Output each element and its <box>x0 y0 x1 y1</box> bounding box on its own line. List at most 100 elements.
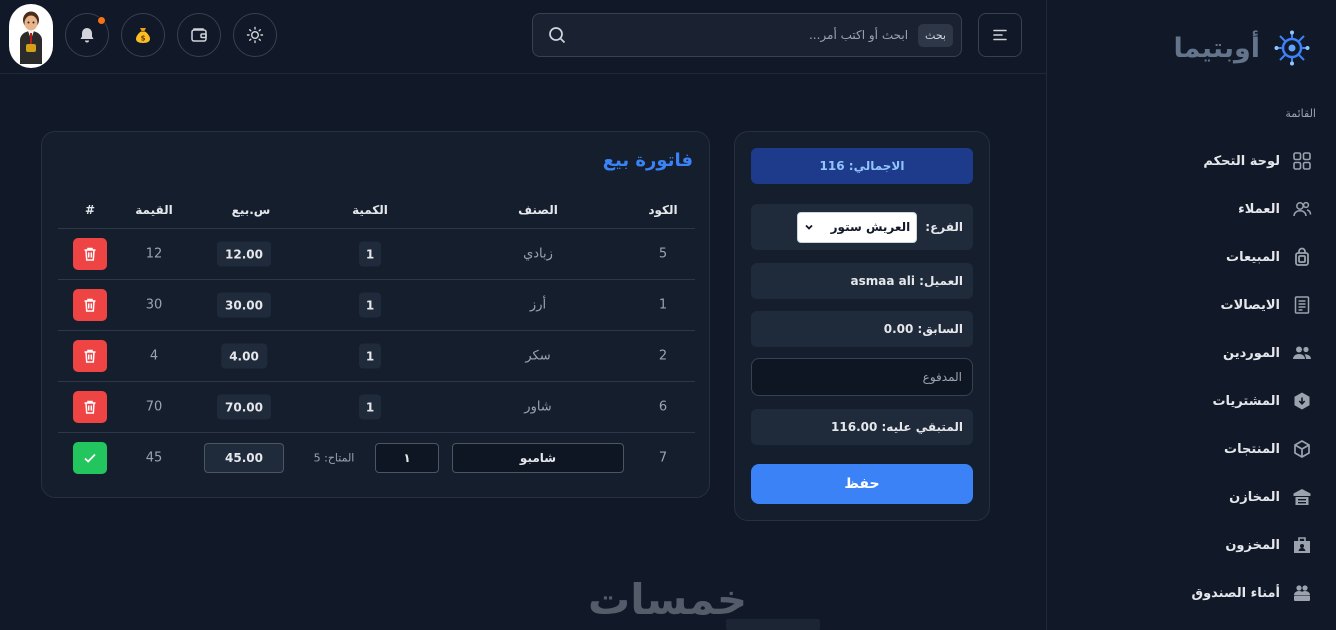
cell-qty: 1 <box>359 394 381 420</box>
search-bar[interactable]: بحث ابحث أو اكتب أمر... <box>532 13 962 57</box>
column-header-item: الصنف <box>518 203 558 217</box>
avatar[interactable] <box>9 4 53 68</box>
sidebar-item-label: المنتجات <box>1224 441 1280 457</box>
box-download-icon <box>1294 392 1310 410</box>
cell-item: أرز <box>529 297 547 313</box>
inventory-icon <box>1294 537 1310 553</box>
sidebar-item-label: المبيعات <box>1226 249 1280 265</box>
sidebar-item-purchases[interactable]: المشتريات <box>1066 377 1316 425</box>
sidebar-item-cashiers[interactable]: أمناء الصندوق <box>1066 569 1316 617</box>
column-header-qty: الكمية <box>352 203 388 217</box>
sidebar-item-label: المشتريات <box>1212 393 1280 409</box>
delete-row-button[interactable] <box>73 238 107 270</box>
cell-qty: 1 <box>359 292 381 318</box>
qty-input[interactable]: ١ <box>375 443 439 473</box>
column-header-price: س.بيع <box>231 203 271 217</box>
cell-item: شاور <box>524 399 552 415</box>
cell-item: سكر <box>525 348 551 364</box>
table-row: 1 أرز 1 30.00 30 <box>58 279 695 330</box>
total-badge: الاجمالي: 116 <box>751 148 973 184</box>
cell-code: 2 <box>658 348 668 364</box>
cell-code: 6 <box>658 399 668 415</box>
bell-icon <box>80 28 94 43</box>
cell-price: 30.00 <box>217 292 271 318</box>
column-header-value: القيمة <box>135 203 173 217</box>
branch-label: الفرع: <box>925 220 963 234</box>
branch-select[interactable]: العريش ستور <box>797 211 918 243</box>
sidebar-item-label: الايصالات <box>1220 297 1280 313</box>
sidebar-item-label: العملاء <box>1238 201 1280 217</box>
cell-value: 4 <box>149 348 159 364</box>
cell-value: 30 <box>145 297 163 313</box>
sidebar-item-label: المخزون <box>1225 537 1280 553</box>
sidebar-item-warehouses[interactable]: المخازن <box>1066 473 1316 521</box>
paid-amount-input[interactable]: المدفوع <box>751 358 973 396</box>
check-icon <box>84 453 96 463</box>
wallet-icon <box>191 28 207 42</box>
invoice-title: فاتورة بيع <box>602 150 693 171</box>
bag-icon <box>1295 247 1309 266</box>
top-header: بحث ابحث أو اكتب أمر... $ <box>0 0 1046 74</box>
menu-toggle-button[interactable] <box>978 13 1022 57</box>
brand-name: أوبتيما <box>1173 32 1260 64</box>
sidebar-item-suppliers[interactable]: الموردين <box>1066 329 1316 377</box>
cell-qty: 1 <box>359 241 381 267</box>
cell-value: 70 <box>145 399 163 415</box>
sidebar-item-label: أمناء الصندوق <box>1191 585 1280 601</box>
table-row-new-item: 7 شامبو ١ المتاح: 5 45.00 45 <box>58 432 695 483</box>
save-button[interactable]: حفظ <box>751 464 973 504</box>
trash-icon <box>84 400 96 414</box>
previous-balance-field: السابق: 0.00 <box>751 311 973 347</box>
sun-icon <box>246 26 264 44</box>
sidebar-item-receipts[interactable]: الايصالات <box>1066 281 1316 329</box>
branch-selected-value: العريش ستور <box>830 220 911 234</box>
table-row: 6 شاور 1 70.00 70 <box>58 381 695 432</box>
cell-price: 12.00 <box>217 241 271 267</box>
search-input[interactable]: ابحث أو اكتب أمر... <box>577 28 908 42</box>
sales-invoice-card: فاتورة بيع الكود الصنف الكمية س.بيع القي… <box>41 131 710 498</box>
sidebar-menu: لوحة التحكم العملاء المبيعات الايصالات ا… <box>1066 137 1316 617</box>
cashier-icon <box>1294 585 1310 601</box>
delete-row-button[interactable] <box>73 289 107 321</box>
delete-row-button[interactable] <box>73 340 107 372</box>
receipt-icon <box>1294 296 1310 314</box>
search-icon <box>549 27 566 44</box>
cell-code: 5 <box>658 246 668 262</box>
price-input[interactable]: 45.00 <box>204 443 284 473</box>
users-icon <box>1293 201 1312 217</box>
search-shortcut-badge: بحث <box>918 23 953 47</box>
item-select-field[interactable]: شامبو <box>452 443 624 473</box>
svg-text:$: $ <box>141 35 146 43</box>
sidebar-item-customers[interactable]: العملاء <box>1066 185 1316 233</box>
remaining-balance-field: المتبقي عليه: 116.00 <box>751 409 973 445</box>
notifications-button[interactable] <box>65 13 109 57</box>
money-bag-icon: $ <box>136 28 150 43</box>
cell-qty: 1 <box>359 343 381 369</box>
wallet-button[interactable] <box>177 13 221 57</box>
theme-toggle-button[interactable] <box>233 13 277 57</box>
sidebar-item-inventory[interactable]: المخزون <box>1066 521 1316 569</box>
brand[interactable]: أوبتيما <box>1174 30 1310 66</box>
customer-field: العميل: asmaa ali <box>751 263 973 299</box>
trash-icon <box>84 298 96 312</box>
sidebar-item-label: المخازن <box>1229 489 1280 505</box>
cell-price: 70.00 <box>217 394 271 420</box>
confirm-row-button[interactable] <box>73 442 107 474</box>
column-header-index: # <box>84 203 96 217</box>
column-header-code: الكود <box>648 203 678 217</box>
table-row: 2 سكر 1 4.00 4 <box>58 330 695 381</box>
cube-icon <box>1294 440 1310 458</box>
chevron-down-icon <box>805 224 813 230</box>
sidebar-item-products[interactable]: المنتجات <box>1066 425 1316 473</box>
cell-item: زبادي <box>523 246 553 262</box>
people-icon <box>1293 346 1311 359</box>
balance-button[interactable]: $ <box>121 13 165 57</box>
menu-icon <box>993 29 1007 41</box>
sidebar-item-sales[interactable]: المبيعات <box>1066 233 1316 281</box>
delete-row-button[interactable] <box>73 391 107 423</box>
sidebar-item-label: الموردين <box>1223 345 1280 361</box>
watermark-tag <box>726 619 820 630</box>
sidebar-item-dashboard[interactable]: لوحة التحكم <box>1066 137 1316 185</box>
invoice-summary-card: الاجمالي: 116 الفرع: العريش ستور العميل:… <box>734 131 990 521</box>
notification-dot <box>97 16 106 25</box>
